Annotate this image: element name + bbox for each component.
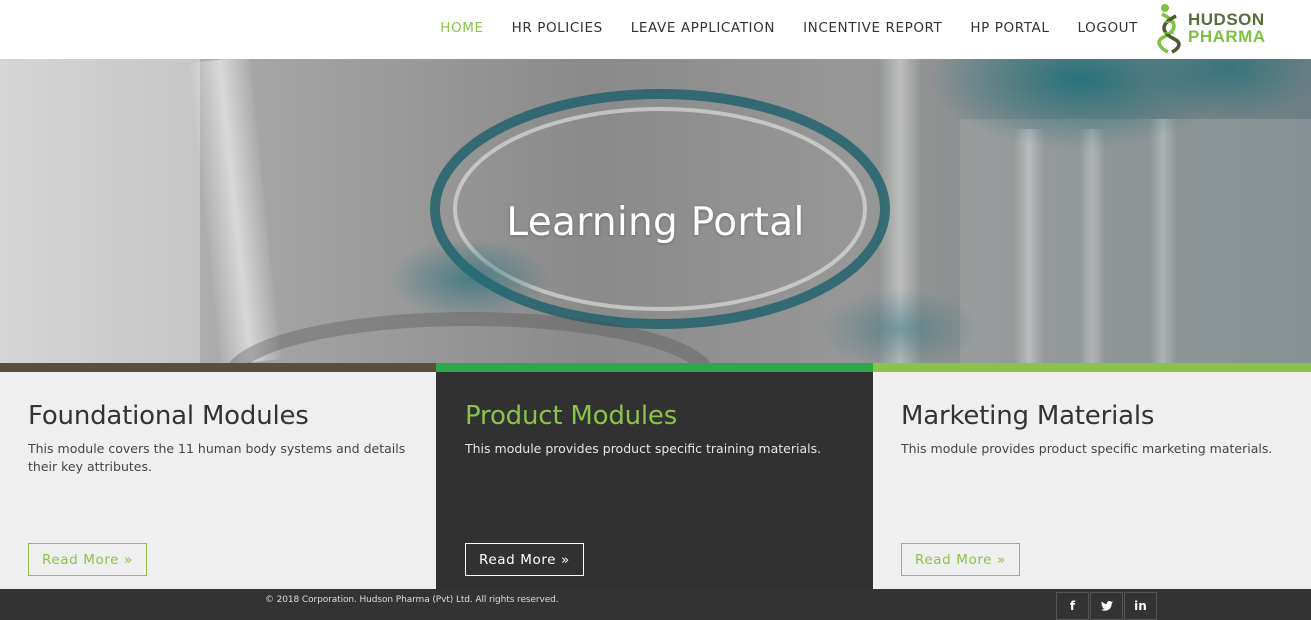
copyright-text: © 2018 Corporation. Hudson Pharma (Pvt) …: [265, 595, 559, 605]
nav-logout[interactable]: LOGOUT: [1078, 20, 1138, 36]
read-more-button[interactable]: Read More »: [28, 543, 147, 576]
nav-incentive-report[interactable]: INCENTIVE REPORT: [803, 20, 942, 36]
main-nav: HOME HR POLICIES LEAVE APPLICATION INCEN…: [412, 0, 1138, 56]
card-title: Marketing Materials: [901, 401, 1155, 431]
card-accent-bar: [436, 363, 873, 372]
linkedin-icon[interactable]: in: [1124, 592, 1157, 620]
nav-leave-application[interactable]: LEAVE APPLICATION: [631, 20, 775, 36]
hudson-pharma-logo[interactable]: HUDSON PHARMA: [1156, 2, 1268, 54]
card-title: Product Modules: [465, 401, 678, 431]
nav-hr-policies[interactable]: HR POLICIES: [512, 20, 603, 36]
card-description: This module covers the 11 human body sys…: [28, 441, 406, 474]
logo-line2: PHARMA: [1188, 27, 1266, 46]
nav-home[interactable]: HOME: [440, 20, 483, 36]
hero-banner: Learning Portal: [0, 59, 1311, 363]
social-links: f in: [1056, 592, 1158, 620]
hero-title: Learning Portal: [506, 200, 805, 245]
card-accent-bar: [873, 363, 1311, 372]
card-title: Foundational Modules: [28, 401, 309, 431]
twitter-icon[interactable]: [1090, 592, 1123, 620]
footer: © 2018 Corporation. Hudson Pharma (Pvt) …: [0, 589, 1311, 620]
read-more-button[interactable]: Read More »: [465, 543, 584, 576]
card-foundational-modules: Foundational Modules This module covers …: [0, 363, 436, 589]
logo-text: HUDSON PHARMA: [1188, 11, 1266, 45]
card-product-modules: Product Modules This module provides pro…: [436, 363, 873, 589]
card-accent-bar: [0, 363, 436, 372]
twitter-bird-glyph: [1100, 601, 1113, 611]
card-marketing-materials: Marketing Materials This module provides…: [873, 363, 1311, 589]
facebook-icon[interactable]: f: [1056, 592, 1089, 620]
logo-line1: HUDSON: [1188, 10, 1265, 29]
dna-helix-icon: [1157, 4, 1181, 54]
card-description: This module provides product specific ma…: [901, 441, 1273, 456]
read-more-button[interactable]: Read More »: [901, 543, 1020, 576]
card-description: This module provides product specific tr…: [465, 441, 822, 456]
nav-hp-portal[interactable]: HP PORTAL: [970, 20, 1049, 36]
header: HOME HR POLICIES LEAVE APPLICATION INCEN…: [0, 0, 1311, 59]
